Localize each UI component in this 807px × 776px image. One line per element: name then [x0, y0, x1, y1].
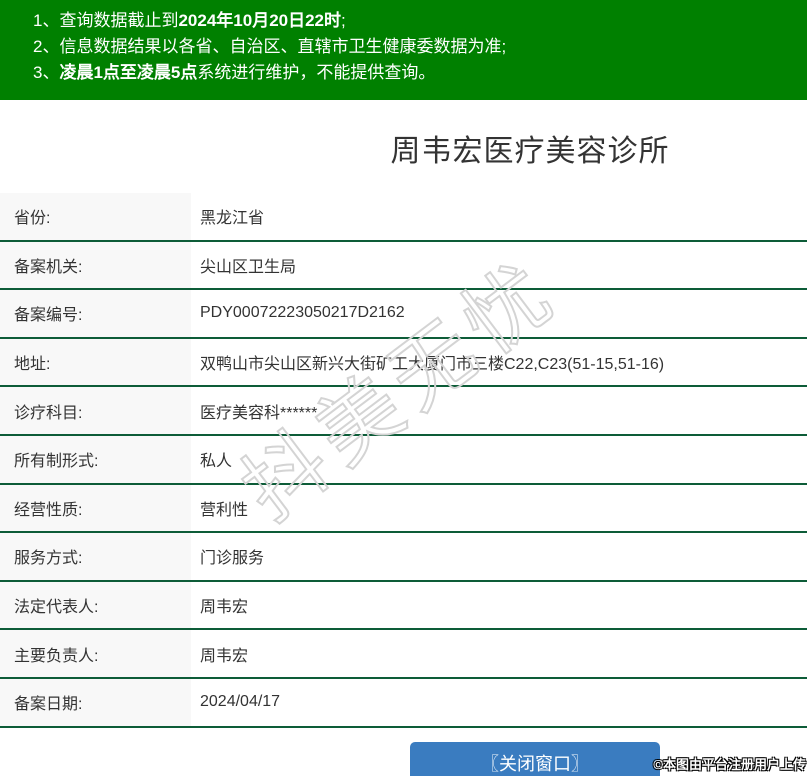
- row-label: 服务方式:: [0, 533, 191, 580]
- notice-item-text: 信息数据结果以各省、自治区、直辖市卫生健康委数据为准;: [59, 37, 507, 56]
- row-value: 双鸭山市尖山区新兴大街矿工大厦门市三楼C22,C23(51-15,51-16): [200, 356, 665, 374]
- row-label: 法定代表人:: [0, 581, 191, 629]
- row-value: 黑龙江省: [200, 210, 265, 228]
- clinic-info-table: 省份: 黑龙江省 备案机关: 尖山区卫生局 备案编号: PDY000722230…: [0, 193, 807, 728]
- notice-item-number: 2、: [33, 37, 60, 56]
- row-label: 诊疗科目:: [0, 387, 191, 434]
- row-value: 周韦宏: [200, 599, 249, 617]
- notice-item-number: 1、: [33, 11, 60, 30]
- row-value: 尖山区卫生局: [200, 258, 297, 276]
- page-title: 周韦宏医疗美容诊所: [390, 135, 670, 168]
- row-value: 门诊服务: [200, 550, 265, 568]
- notice-item-number: 3、: [33, 63, 60, 82]
- row-value: 私人: [200, 453, 233, 471]
- row-label: 地址:: [0, 338, 191, 386]
- table-row: 经营性质: 营利性: [0, 484, 807, 534]
- row-value: 营利性: [200, 501, 249, 519]
- row-value: PDY00072223050217D2162: [200, 304, 405, 322]
- row-label: 备案编号:: [0, 290, 191, 337]
- notice-item-text: 查询数据截止到: [59, 11, 179, 30]
- row-label: 备案机关:: [0, 241, 191, 289]
- row-label: 省份:: [0, 193, 191, 240]
- notice-item: 3、凌晨1点至凌晨5点系统进行维护，不能提供查询。: [33, 60, 797, 86]
- table-row: 法定代表人: 周韦宏: [0, 581, 807, 631]
- row-value: 2024/04/17: [200, 693, 281, 711]
- row-label: 所有制形式:: [0, 435, 191, 483]
- row-label: 经营性质:: [0, 484, 191, 532]
- close-window-button[interactable]: 〖关闭窗口〗: [410, 742, 660, 776]
- row-label: 备案日期:: [0, 678, 191, 726]
- table-row: 省份: 黑龙江省: [0, 193, 807, 242]
- table-row: 服务方式: 门诊服务: [0, 533, 807, 582]
- row-value: 医疗美容科******: [200, 404, 318, 422]
- upload-attribution-watermark: ©本图由平台注册用户上传: [653, 757, 806, 772]
- notice-item-text: 系统进行维护，不能提供查询。: [197, 63, 436, 82]
- table-row: 所有制形式: 私人: [0, 435, 807, 485]
- row-label: 主要负责人:: [0, 630, 191, 677]
- table-row: 地址: 双鸭山市尖山区新兴大街矿工大厦门市三楼C22,C23(51-15,51-…: [0, 338, 807, 388]
- notice-item-text: ;: [341, 11, 346, 30]
- notice-item: 2、信息数据结果以各省、自治区、直辖市卫生健康委数据为准;: [33, 34, 797, 60]
- table-row: 备案机关: 尖山区卫生局: [0, 241, 807, 291]
- row-value: 周韦宏: [200, 647, 249, 665]
- notice-item-bold-text: 凌晨1点至凌晨5点: [59, 63, 198, 82]
- table-row: 诊疗科目: 医疗美容科******: [0, 387, 807, 436]
- table-row: 备案编号: PDY00072223050217D2162: [0, 290, 807, 339]
- notice-banner: 1、查询数据截止到2024年10月20日22时; 2、信息数据结果以各省、自治区…: [0, 0, 807, 100]
- notice-item: 1、查询数据截止到2024年10月20日22时;: [33, 8, 797, 34]
- table-row: 备案日期: 2024/04/17: [0, 678, 807, 728]
- table-row: 主要负责人: 周韦宏: [0, 630, 807, 679]
- notice-item-bold-text: 2024年10月20日22时: [178, 11, 342, 30]
